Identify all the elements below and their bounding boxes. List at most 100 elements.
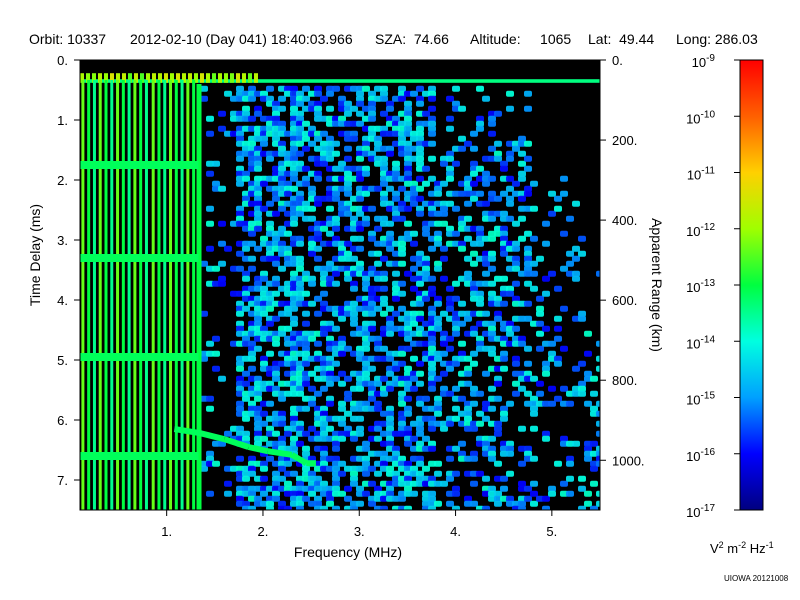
heatmap-cell	[434, 375, 442, 382]
heatmap-cell	[338, 435, 346, 442]
heatmap-cell	[500, 190, 508, 197]
heatmap-cell	[548, 190, 556, 197]
heatmap-cell	[356, 500, 364, 507]
heatmap-cell	[512, 180, 520, 187]
heatmap-cell	[284, 190, 292, 197]
heatmap-cell	[260, 435, 268, 442]
heatmap-cell	[494, 430, 502, 437]
heatmap-cell	[212, 350, 220, 357]
heatmap-cell	[422, 295, 430, 302]
y-axis-label: Time Delay (ms)	[27, 204, 43, 306]
heatmap-cell	[368, 310, 376, 317]
heatmap-cell	[260, 275, 268, 282]
heatmap-cell	[458, 245, 466, 252]
heatmap-cell	[344, 155, 352, 162]
heatmap-cell	[290, 305, 298, 312]
y2-tick-label: 400.	[612, 213, 637, 228]
heatmap-cell	[494, 460, 502, 467]
heatmap-cell	[428, 245, 436, 252]
plasma-harmonic-line	[121, 80, 125, 510]
heatmap-cell	[464, 370, 472, 377]
heatmap-cell	[470, 250, 478, 257]
heatmap-cell	[590, 375, 598, 382]
heatmap-cell	[320, 330, 328, 337]
heatmap-cell	[314, 245, 322, 252]
heatmap-cell	[338, 370, 346, 377]
heatmap-cell	[524, 230, 532, 237]
heatmap-cell	[314, 340, 322, 347]
heatmap-cell	[362, 85, 370, 92]
heatmap-cell	[572, 275, 580, 282]
heatmap-cell	[368, 365, 376, 372]
x-tick-label: 1.	[161, 524, 172, 539]
heatmap-cell	[278, 265, 286, 272]
heatmap-cell	[446, 200, 454, 207]
heatmap-cell	[248, 255, 256, 262]
heatmap-cell	[500, 165, 508, 172]
heatmap-cell	[416, 360, 424, 367]
heatmap-cell	[560, 175, 568, 182]
heatmap-cell	[236, 250, 244, 257]
heatmap-cell	[554, 205, 562, 212]
heatmap-cell	[368, 205, 376, 212]
heatmap-cell	[416, 460, 424, 467]
heatmap-cell	[434, 265, 442, 272]
heatmap-cell	[284, 430, 292, 437]
heatmap-cell	[512, 360, 520, 367]
heatmap-cell	[380, 375, 388, 382]
heatmap-cell	[404, 345, 412, 352]
heatmap-cell	[260, 140, 268, 147]
heatmap-cell	[242, 395, 250, 402]
heatmap-cell	[446, 305, 454, 312]
heatmap-cell	[506, 215, 514, 222]
heatmap-cell	[452, 160, 460, 167]
heatmap-cell	[476, 85, 484, 92]
heatmap-cell	[440, 350, 448, 357]
heatmap-cell	[530, 490, 538, 497]
heatmap-cell	[542, 240, 550, 247]
heatmap-cell	[254, 165, 262, 172]
heatmap-cell	[554, 195, 562, 202]
heatmap-cell	[356, 195, 364, 202]
heatmap-cell	[302, 320, 310, 327]
heatmap-cell	[578, 235, 586, 242]
heatmap-cell	[530, 500, 538, 507]
heatmap-cell	[266, 155, 274, 162]
heatmap-cell	[224, 480, 232, 487]
y-tick-label: 5.	[57, 353, 68, 368]
heatmap-cell	[398, 360, 406, 367]
heatmap-cell	[482, 415, 490, 422]
heatmap-cell	[518, 175, 526, 182]
heatmap-cell	[476, 190, 484, 197]
heatmap-cell	[206, 395, 214, 402]
heatmap-cell	[386, 330, 394, 337]
heatmap-cell	[410, 285, 418, 292]
heatmap-cell	[452, 415, 460, 422]
heatmap-cell	[350, 480, 358, 487]
heatmap-cell	[518, 425, 526, 432]
heatmap-cell	[446, 420, 454, 427]
heatmap-cell	[422, 395, 430, 402]
heatmap-cell	[344, 240, 352, 247]
heatmap-cell	[278, 205, 286, 212]
heatmap-cell	[398, 350, 406, 357]
heatmap-cell	[272, 495, 280, 502]
heatmap-cell	[344, 375, 352, 382]
heatmap-cell	[254, 110, 262, 117]
heatmap-cell	[458, 135, 466, 142]
heatmap-cell	[536, 320, 544, 327]
heatmap-cell	[482, 260, 490, 267]
heatmap-cell	[308, 140, 316, 147]
heatmap-cell	[578, 485, 586, 492]
heatmap-cell	[536, 255, 544, 262]
ground-echo-bright	[206, 73, 210, 83]
heatmap-cell	[224, 430, 232, 437]
credit-label: UIOWA 20121008	[724, 574, 789, 583]
heatmap-cell	[446, 125, 454, 132]
heatmap-cell	[500, 275, 508, 282]
heatmap-cell	[446, 475, 454, 482]
heatmap-cell	[410, 320, 418, 327]
heatmap-cell	[356, 175, 364, 182]
y-tick-label: 0.	[57, 53, 68, 68]
heatmap-cell	[566, 250, 574, 257]
